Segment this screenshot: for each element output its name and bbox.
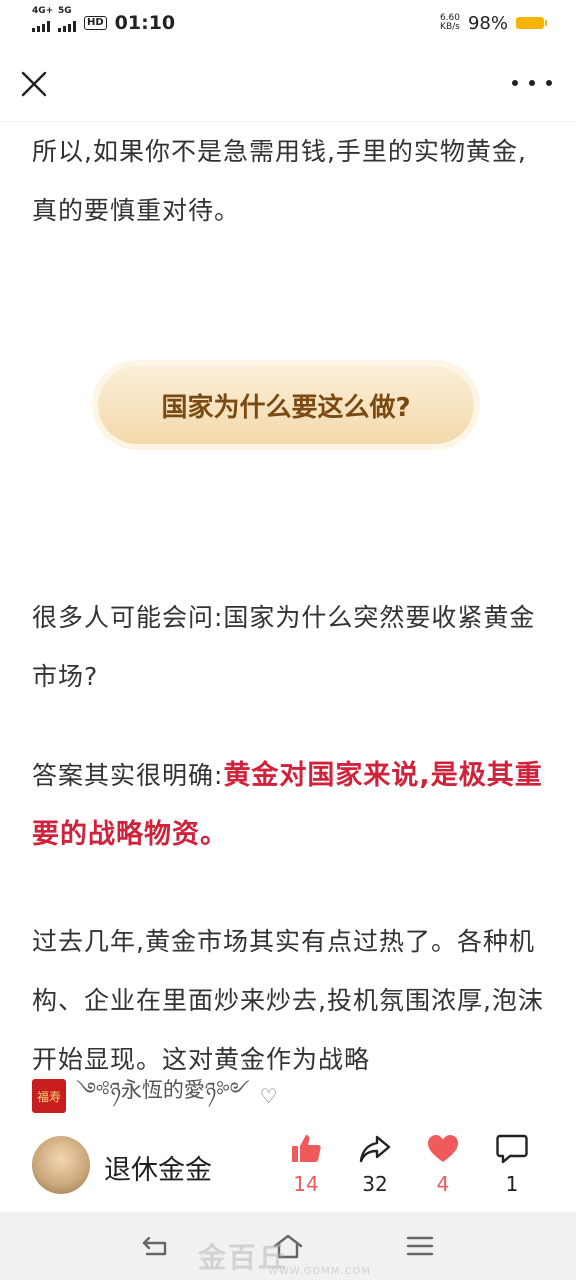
like-count: 14 [293,1172,319,1196]
back-nav-button[interactable] [136,1226,176,1266]
paragraph-1: 所以,如果你不是急需用钱,手里的实物黄金,真的要慎重对待。 [32,137,527,225]
paragraph-3: 答案其实很明确:黄金对国家来说,是极其重要的战略物资。 [32,746,548,864]
comment-count: 1 [505,1172,519,1196]
clock: 01:10 [114,12,176,34]
heart-outline-icon[interactable]: ♡ [260,1084,278,1108]
signal-5g-icon: 5G [58,6,76,32]
hd-badge: HD [84,16,107,30]
more-button[interactable] [512,68,552,98]
network-type-1: 4G+ [32,6,54,16]
signal-4g-icon: 4G+ [32,6,53,32]
status-left: 4G+ 5G HD 01:10 [32,6,176,34]
menu-lines-icon [406,1236,434,1256]
battery-icon [516,17,547,29]
comment-icon [496,1134,528,1164]
paragraph-2: 很多人可能会问:国家为什么突然要收紧黄金市场? [32,603,536,691]
section-heading-pill: 国家为什么要这么做? [98,366,474,444]
status-bar: 4G+ 5G HD 01:10 6.60 KB/s 98% [0,0,576,46]
author-name[interactable]: 退休金金 [104,1148,212,1187]
favorite-count: 4 [436,1172,450,1196]
avatar[interactable] [32,1136,90,1194]
top-bar [0,48,576,120]
comment-button[interactable]: 1 [482,1132,542,1196]
share-icon [359,1135,391,1163]
net-speed-unit: KB/s [440,22,460,32]
back-arrow-icon [142,1236,167,1256]
heart-icon [428,1135,458,1162]
close-icon [21,71,47,97]
author-signature-row[interactable]: 福寿 ༺ཉ永恆的愛ཉ༻ ♡ [32,1076,278,1116]
paragraph-3-prefix: 答案其实很明确: [32,761,224,790]
share-count: 32 [362,1172,388,1196]
section-heading-text: 国家为什么要这么做? [161,392,411,423]
share-button[interactable]: 32 [345,1132,405,1196]
like-button[interactable]: 14 [276,1132,336,1196]
more-dot-icon [546,80,552,86]
article-content: 所以,如果你不是急需用钱,手里的实物黄金,真的要慎重对待。 国家为什么要这么做?… [32,122,548,1072]
favorite-button[interactable]: 4 [413,1132,473,1196]
net-speed: 6.60 KB/s [440,14,460,32]
thumbs-up-icon [292,1135,321,1162]
menu-nav-button[interactable] [400,1226,440,1266]
battery-percent: 98% [467,12,508,34]
watermark-url: WWW.GDMM.COM [268,1266,372,1277]
paragraph-4: 过去几年,黄金市场其实有点过热了。各种机构、企业在里面炒来炒去,投机氛围浓厚,泡… [32,927,544,1072]
more-dot-icon [529,80,535,86]
more-dot-icon [512,80,518,86]
author-signature: ༺ཉ永恆的愛ཉ༻ [76,1077,250,1102]
bottom-panel: 福寿 ༺ཉ永恆的愛ཉ༻ ♡ 退休金金 14 32 4 1 [0,1072,576,1212]
profile-row: 退休金金 14 32 4 1 [32,1132,552,1202]
network-type-2: 5G [58,6,72,16]
close-button[interactable] [16,66,52,102]
author-badge-thumb: 福寿 [32,1079,66,1113]
status-right: 6.60 KB/s 98% [440,12,547,34]
watermark: 金百丘 WWW.GDMM.COM [198,1236,370,1277]
